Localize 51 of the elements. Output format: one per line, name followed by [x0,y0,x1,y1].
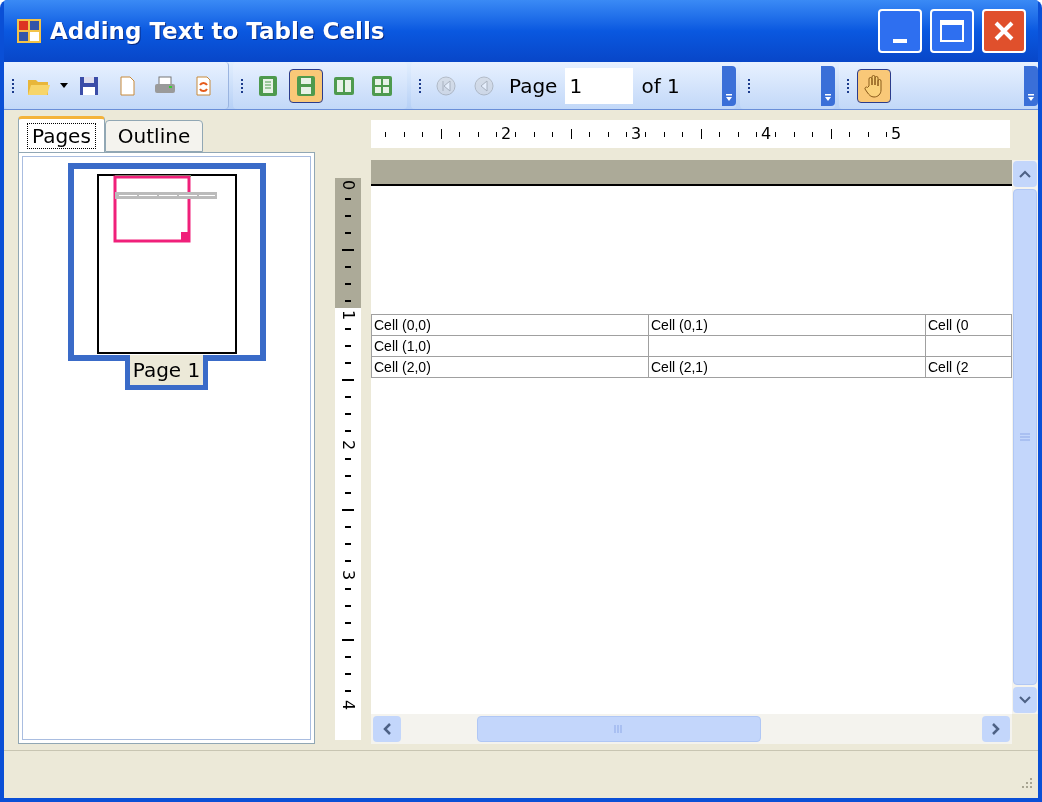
scroll-left-button[interactable] [373,716,401,742]
ruler-number: 0 [341,179,355,191]
table-cell: Cell (2,0) [371,356,649,378]
layout-button[interactable] [289,68,323,103]
scroll-thumb[interactable] [1013,189,1037,685]
page-label: Page [509,72,558,100]
page-thumbnail[interactable] [67,163,266,361]
scroll-up-button[interactable] [1013,161,1037,187]
overflow-icon[interactable] [821,65,835,106]
resize-grip-icon [1020,776,1034,790]
close-icon[interactable] [992,19,1016,43]
window-title: Adding Text to Table Cells [50,16,386,46]
ruler-number: 4 [761,126,773,142]
single-page-icon [256,73,280,98]
horizontal-scrollbar[interactable] [371,714,1012,744]
ruler-number: 5 [891,126,903,142]
four-pages-icon [370,73,394,98]
tab[interactable]: Outline [104,120,204,152]
close-button[interactable] [982,9,1026,53]
table-cell: Cell (0,0) [371,314,649,336]
table-cell: Cell (1,0) [371,335,649,357]
page-number-field[interactable]: 1 [565,67,634,104]
table-cell: Cell (0,1) [648,314,926,336]
hand-icon [863,73,885,98]
ruler-number: 1 [341,309,355,321]
ruler-number: 3 [341,569,355,581]
vertical-scrollbar[interactable] [1012,160,1038,714]
maximize-button[interactable] [930,9,974,53]
scroll-thumb[interactable] [477,716,761,742]
ruler-number: 4 [341,699,355,711]
hand-tool-button[interactable] [857,68,891,103]
ruler-number: 2 [341,439,355,451]
caret-icon[interactable] [60,82,68,89]
tab[interactable]: Pages [18,116,105,152]
table-cell: Cell (2 [925,356,1012,378]
table-cell: Cell (2,1) [648,356,926,378]
first-page-icon [435,74,457,97]
overflow-icon[interactable] [722,65,736,106]
scroll-right-button[interactable] [982,716,1010,742]
floppy-icon [78,74,100,97]
previous-page-icon [473,74,495,97]
app-icon [16,18,42,44]
ruler-number: 2 [501,126,513,142]
table-cell: Cell (0 [925,314,1012,336]
scroll-down-button[interactable] [1013,687,1037,713]
minimize-button[interactable] [878,9,922,53]
page-layout-icon [294,73,318,98]
page-caption: Page 1 [124,355,209,390]
overflow-icon[interactable] [1024,65,1038,106]
page-total: of 1 [641,72,681,100]
ruler-number: 3 [631,126,643,142]
